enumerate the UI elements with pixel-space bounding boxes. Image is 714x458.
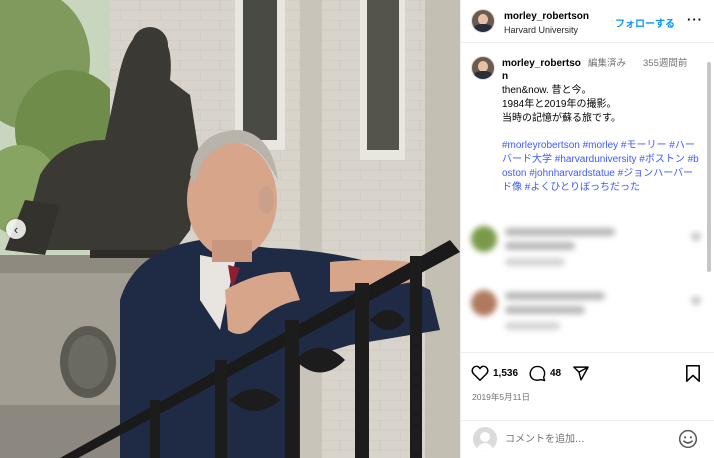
- like-count[interactable]: 1,536: [493, 368, 518, 379]
- commenter-avatar: [471, 290, 497, 316]
- caption-hashtags[interactable]: #morleyrobertson #morley #モーリー #ハーバード大学 …: [502, 139, 702, 195]
- post-header: morley_robertson Harvard University フォロー…: [461, 0, 714, 43]
- emoji-icon[interactable]: [678, 429, 698, 449]
- caption-line: 1984年と2019年の撮影。: [502, 99, 617, 110]
- scrollbar-thumb[interactable]: [707, 62, 711, 272]
- post-location[interactable]: Harvard University: [504, 25, 578, 35]
- caption-line: 当時の記憶が蘇る旅です。: [502, 113, 621, 124]
- comment-like-icon[interactable]: [691, 296, 701, 305]
- photo-image: [0, 0, 460, 458]
- comment-count[interactable]: 48: [550, 368, 561, 379]
- like-button[interactable]: 1,536: [471, 365, 518, 381]
- comment-item: [471, 224, 701, 274]
- follow-button[interactable]: フォローする: [615, 15, 675, 30]
- send-icon: [573, 366, 589, 381]
- comment-bubble-icon: [529, 365, 546, 382]
- post-photo[interactable]: ‹: [0, 0, 460, 458]
- comment-item: [471, 288, 701, 338]
- comment-input[interactable]: [505, 430, 665, 448]
- caption-text: then&now. 昔と今。 1984年と2019年の撮影。 当時の記憶が蘇る旅…: [502, 84, 702, 126]
- user-avatar-icon: [473, 427, 497, 451]
- author-username[interactable]: morley_robertson: [504, 11, 589, 22]
- more-options-icon[interactable]: ···: [687, 12, 703, 27]
- post-actions: 1,536 48 2019年5月11日: [461, 352, 714, 420]
- comment-like-icon[interactable]: [691, 232, 701, 241]
- carousel-prev-icon[interactable]: ‹: [6, 219, 26, 239]
- caption-username[interactable]: morley_robertson: [502, 57, 586, 83]
- comment-button[interactable]: 48: [529, 365, 561, 382]
- caption-timestamp[interactable]: 355週間前: [643, 57, 693, 70]
- caption-line: then&now. 昔と今。: [502, 85, 592, 96]
- commenter-avatar: [471, 226, 497, 252]
- comments-scroll-area[interactable]: morley_robertson 編集済み 355週間前 then&now. 昔…: [461, 44, 714, 352]
- post-date[interactable]: 2019年5月11日: [472, 391, 530, 403]
- bookmark-icon: [686, 365, 700, 382]
- caption-edited-label: 編集済み: [588, 58, 627, 69]
- add-comment-bar: [461, 420, 714, 458]
- caption-avatar[interactable]: [471, 56, 495, 80]
- post-sidebar: morley_robertson Harvard University フォロー…: [460, 0, 714, 458]
- save-button[interactable]: [686, 365, 700, 382]
- hashtag-text[interactable]: #morleyrobertson #morley #モーリー #ハーバード大学 …: [502, 140, 699, 193]
- share-button[interactable]: [572, 365, 590, 382]
- author-avatar[interactable]: [471, 9, 495, 33]
- heart-icon: [471, 365, 489, 381]
